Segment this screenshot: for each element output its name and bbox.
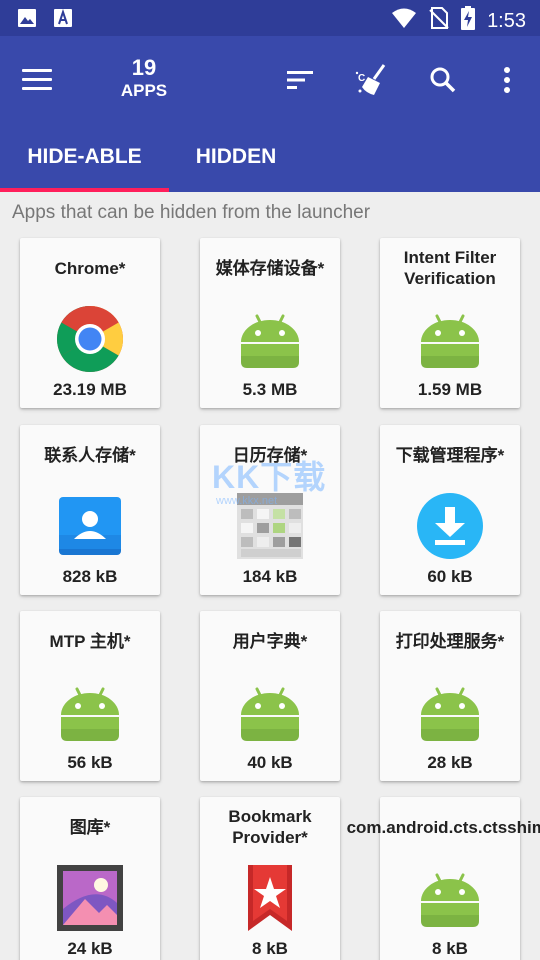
app-size: 28 kB bbox=[427, 753, 473, 772]
android-icon bbox=[421, 687, 479, 741]
apps-count: 19 APPS bbox=[104, 56, 184, 102]
app-name: 下载管理程序* bbox=[395, 445, 505, 465]
download-icon bbox=[417, 493, 483, 559]
search-icon[interactable] bbox=[423, 60, 463, 100]
app-size: 24 kB bbox=[67, 939, 113, 958]
android-icon bbox=[421, 314, 479, 368]
tab-bar: HIDE-ABLE HIDDEN bbox=[0, 122, 540, 192]
app-name: Bookmark Provider* bbox=[228, 807, 312, 847]
app-card[interactable]: MTP 主机* 56 kB bbox=[20, 611, 160, 781]
app-name: com.android.cts.ctsshim* bbox=[346, 817, 540, 837]
app-name: 用户字典* bbox=[232, 631, 308, 651]
app-size: 23.19 MB bbox=[53, 380, 127, 399]
tab-hide-able[interactable]: HIDE-ABLE bbox=[0, 122, 169, 192]
app-card[interactable]: 下载管理程序* 60 kB bbox=[380, 425, 520, 595]
watermark-url: www.kkx.net bbox=[216, 495, 278, 507]
apps-count-label: APPS bbox=[120, 81, 168, 100]
text-a-icon bbox=[52, 7, 74, 34]
app-size: 60 kB bbox=[427, 567, 473, 586]
contacts-icon bbox=[59, 497, 121, 555]
app-card[interactable]: Bookmark Provider* 8 kB bbox=[200, 797, 340, 960]
chrome-icon bbox=[56, 305, 124, 373]
app-size: 40 kB bbox=[247, 753, 293, 772]
app-name: Chrome* bbox=[54, 258, 126, 278]
app-card[interactable]: Chrome* 23.19 MB bbox=[20, 238, 160, 408]
watermark: KK下载 bbox=[212, 459, 327, 495]
wifi-icon bbox=[391, 7, 417, 34]
android-icon bbox=[421, 873, 479, 927]
more-vert-icon[interactable] bbox=[487, 60, 527, 100]
app-card[interactable]: 日历存储* 184 kB bbox=[200, 425, 340, 595]
app-size: 184 kB bbox=[242, 567, 298, 586]
apps-count-number: 19 bbox=[131, 55, 157, 80]
svg-text:C: C bbox=[358, 73, 365, 84]
menu-icon[interactable] bbox=[22, 62, 62, 96]
tab-indicator bbox=[0, 188, 169, 192]
clean-icon[interactable]: C bbox=[352, 60, 392, 100]
tab-hidden[interactable]: HIDDEN bbox=[169, 122, 303, 192]
battery-charging-icon bbox=[461, 6, 476, 35]
status-time: 1:53 bbox=[487, 9, 526, 32]
list-subtitle: Apps that can be hidden from the launche… bbox=[12, 202, 371, 223]
sort-icon[interactable] bbox=[280, 60, 320, 100]
android-icon bbox=[61, 687, 119, 741]
app-size: 828 kB bbox=[62, 567, 118, 586]
app-card[interactable]: com.android.cts.ctsshim* 8 kB bbox=[346, 797, 540, 960]
app-card[interactable]: 打印处理服务* 28 kB bbox=[380, 611, 520, 781]
app-card[interactable]: 联系人存储* 828 kB bbox=[20, 425, 160, 595]
app-card[interactable]: 媒体存储设备* 5.3 MB bbox=[200, 238, 340, 408]
app-card[interactable]: Intent Filter Verification 1.59 MB bbox=[380, 238, 520, 408]
app-size: 56 kB bbox=[67, 753, 113, 772]
app-name: 打印处理服务* bbox=[395, 631, 505, 651]
app-size: 8 kB bbox=[432, 939, 468, 958]
android-icon bbox=[241, 314, 299, 368]
app-name: Intent Filter Verification bbox=[403, 248, 497, 288]
image-icon bbox=[16, 7, 38, 34]
app-name: MTP 主机* bbox=[49, 631, 131, 651]
app-card[interactable]: 用户字典* 40 kB bbox=[200, 611, 340, 781]
app-name: 联系人存储* bbox=[44, 445, 136, 465]
status-bar: 1:53 bbox=[0, 0, 540, 36]
app-bar: 19 APPS C bbox=[0, 36, 540, 122]
app-card[interactable]: 图库* 24 kB bbox=[20, 797, 160, 960]
app-name: 图库* bbox=[69, 817, 111, 837]
app-size: 5.3 MB bbox=[242, 380, 298, 399]
android-icon bbox=[241, 687, 299, 741]
no-sim-icon bbox=[429, 7, 449, 34]
bookmark-icon bbox=[248, 865, 292, 931]
app-size: 1.59 MB bbox=[417, 380, 483, 399]
app-name: 媒体存储设备* bbox=[215, 258, 325, 278]
gallery-icon bbox=[57, 865, 123, 931]
app-size: 8 kB bbox=[252, 939, 288, 958]
